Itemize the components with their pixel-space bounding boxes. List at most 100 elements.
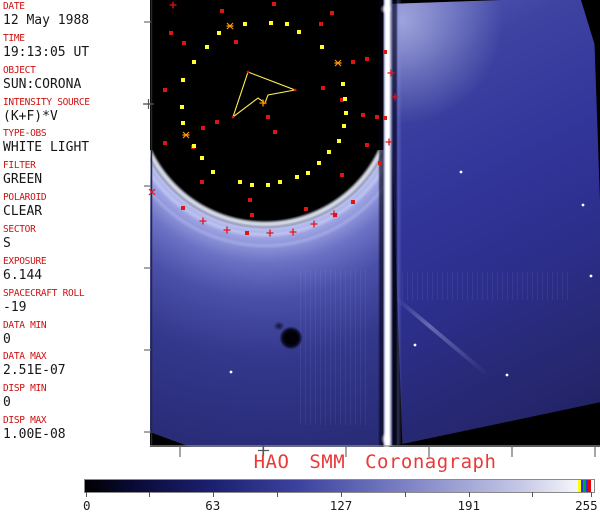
field-label: INTENSITY SOURCE (3, 96, 90, 108)
orange-x-mark (226, 22, 234, 30)
red-vertex-dot (246, 70, 250, 74)
field-value: 2.51E-07 (3, 363, 66, 379)
overlay-marks (143, 0, 600, 457)
colorbar-tick-label: 191 (457, 498, 481, 513)
colorbar-tick (468, 492, 470, 497)
star-point (229, 370, 233, 374)
red-plus-mark (387, 69, 395, 77)
red-plus-mark (223, 226, 231, 234)
yellow-fiducial-mark (342, 124, 346, 128)
field-label: TIME (3, 32, 25, 44)
meta-field-time: TIME 19:13:05 UT (3, 32, 149, 60)
orange-x-mark (182, 131, 190, 139)
red-vertex-dot (293, 88, 297, 92)
red-fiducial-mark (340, 173, 344, 177)
yellow-fiducial-mark (181, 78, 185, 82)
red-fiducial-mark (201, 126, 205, 130)
yellow-fiducial-mark (278, 180, 282, 184)
red-fiducial-mark (351, 60, 355, 64)
orange-x-mark (334, 59, 342, 67)
meta-field-polaroid: POLAROID CLEAR (3, 192, 149, 220)
yellow-fiducial-mark (269, 21, 273, 25)
field-label: POLAROID (3, 192, 47, 204)
field-value: WHITE LIGHT (3, 140, 90, 156)
star-point (413, 343, 417, 347)
colorbar-stripe (591, 480, 593, 492)
meta-field-sector: SECTOR S (3, 223, 149, 251)
field-label: SECTOR (3, 223, 36, 235)
field-label: TYPE-OBS (3, 128, 47, 140)
yellow-fiducial-mark (327, 150, 331, 154)
red-fiducial-mark (383, 50, 387, 54)
yellow-fiducial-mark (337, 139, 341, 143)
yellow-fiducial-mark (317, 161, 321, 165)
colorbar-labels: 0 63 127 191 255 (83, 498, 598, 513)
red-fiducial-mark (375, 115, 379, 119)
field-value: 0 (3, 331, 11, 347)
red-fiducial-mark (361, 113, 365, 117)
red-fiducial-mark (383, 116, 387, 120)
colorbar-tick-label: 255 (575, 498, 598, 513)
red-fiducial-mark (273, 130, 277, 134)
star-point (459, 170, 463, 174)
red-fiducial-mark (200, 180, 204, 184)
yellow-fiducial-mark (180, 105, 184, 109)
meta-field-data-max: DATA MAX 2.51E-07 (3, 351, 149, 379)
yellow-fiducial-mark (266, 183, 270, 187)
red-fiducial-mark (266, 115, 270, 119)
colorbar-tick (404, 492, 406, 497)
colorbar-tick-label: 0 (83, 498, 91, 513)
yellow-fiducial-mark (343, 97, 347, 101)
red-fiducial-mark (220, 9, 224, 13)
red-fiducial-mark (234, 40, 238, 44)
red-fiducial-mark (215, 120, 219, 124)
yellow-fiducial-mark (344, 111, 348, 115)
red-fiducial-mark (321, 86, 325, 90)
star-point (581, 203, 585, 207)
colorbar (84, 479, 595, 493)
meta-field-disp-max: DISP MAX 1.00E-08 (3, 416, 149, 443)
colorbar-tick (86, 492, 88, 497)
red-fiducial-mark (163, 141, 167, 145)
field-label: EXPOSURE (3, 255, 47, 267)
red-fiducial-mark (182, 41, 186, 45)
red-fiducial-mark (330, 11, 334, 15)
field-value: S (3, 235, 11, 251)
field-label: DATA MIN (3, 319, 47, 331)
field-value: GREEN (3, 172, 43, 188)
field-value: SUN:CORONA (3, 76, 82, 92)
yellow-fiducial-mark (192, 60, 196, 64)
field-label: DISP MIN (3, 383, 47, 395)
meta-field-filter: FILTER GREEN (3, 160, 149, 188)
red-fiducial-mark (365, 143, 369, 147)
metadata-panel: DATE 12 May 1988 TIME 19:13:05 UT OBJECT SUN:… (0, 0, 150, 447)
red-plus-mark (266, 229, 274, 237)
red-fiducial-mark (245, 231, 249, 235)
red-plus-mark (289, 228, 297, 236)
colorbar-tick (212, 492, 214, 497)
image-title: HAO SMM Coronagraph (253, 451, 497, 473)
red-fiducial-mark (378, 161, 382, 165)
red-plus-mark (391, 93, 399, 101)
yellow-fiducial-mark (211, 170, 215, 174)
yellow-fiducial-mark (306, 171, 310, 175)
meta-field-intensity-source: INTENSITY SOURCE (K+F)*V (3, 96, 149, 124)
field-value: 12 May 1988 (3, 13, 90, 28)
red-fiducial-mark (181, 206, 185, 210)
red-fiducial-mark (248, 198, 252, 202)
yellow-fiducial-mark (181, 121, 185, 125)
red-fiducial-mark (272, 2, 276, 6)
red-plus-mark (199, 217, 207, 225)
yellow-fiducial-mark (200, 156, 204, 160)
red-fiducial-mark (163, 88, 167, 92)
field-label: DATA MAX (3, 351, 47, 363)
red-fiducial-mark (250, 213, 254, 217)
yellow-fiducial-mark (217, 31, 221, 35)
meta-field-disp-min: DISP MIN 0 (3, 383, 149, 411)
field-label: SPACECRAFT ROLL (3, 287, 85, 299)
yellow-fiducial-mark (341, 82, 345, 86)
meta-field-exposure: EXPOSURE 6.144 (3, 255, 149, 283)
field-label: OBJECT (3, 64, 36, 76)
red-fiducial-mark (365, 57, 369, 61)
field-label: FILTER (3, 160, 36, 172)
